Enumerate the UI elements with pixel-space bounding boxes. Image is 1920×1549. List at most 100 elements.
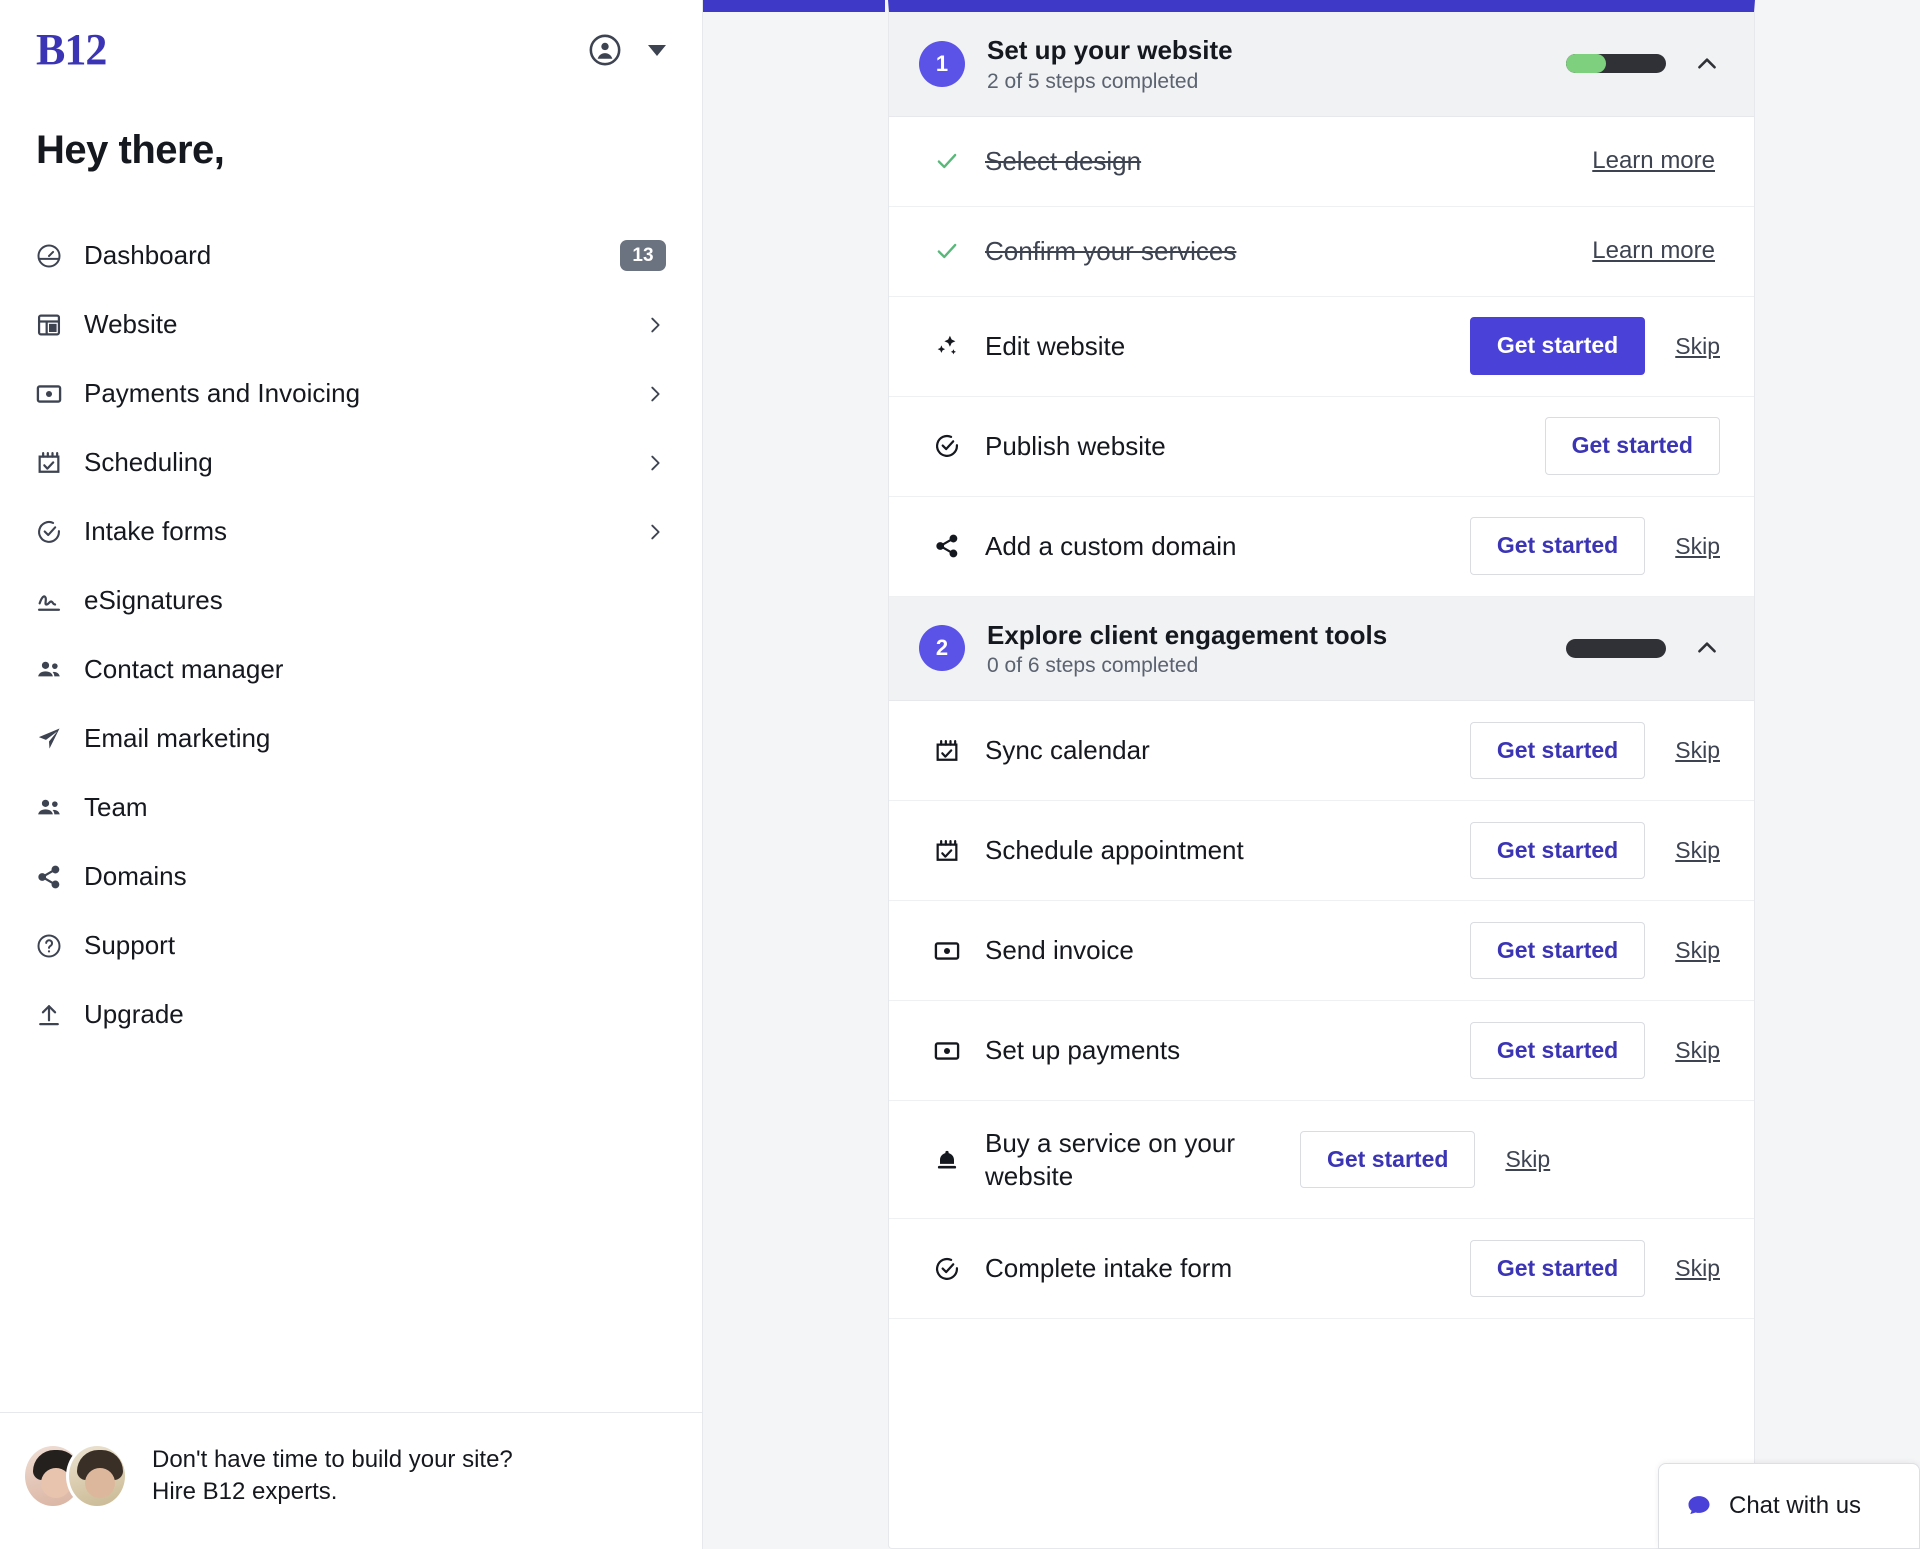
section-number-badge: 2: [919, 625, 965, 672]
chevron-up-icon[interactable]: [1694, 635, 1720, 661]
task-row[interactable]: Sync calendar Get started Skip: [889, 701, 1754, 801]
learn-more-link[interactable]: Learn more: [1592, 237, 1715, 265]
sidebar-item-email-marketing[interactable]: Email marketing: [0, 704, 702, 773]
task-row[interactable]: Set up payments Get started Skip: [889, 1001, 1754, 1101]
chevron-right-icon[interactable]: [644, 521, 666, 543]
get-started-button[interactable]: Get started: [1544, 417, 1720, 475]
get-started-button[interactable]: Get started: [1469, 1021, 1646, 1080]
chevron-right-icon[interactable]: [644, 452, 666, 474]
avatar-group: [22, 1443, 130, 1509]
account-menu[interactable]: [588, 33, 666, 67]
task-label: Publish website: [985, 430, 1166, 461]
share-nodes-icon: [34, 862, 64, 892]
sidebar-item-team[interactable]: Team: [0, 773, 702, 842]
task-label: Confirm your services: [985, 235, 1237, 266]
sidebar-item-scheduling[interactable]: Scheduling: [0, 428, 702, 497]
task-row[interactable]: Send invoice Get started Skip: [889, 901, 1754, 1001]
skip-link[interactable]: Skip: [1675, 937, 1720, 964]
section-header-explore-client-engagement-tools[interactable]: 2 Explore client engagement tools 0 of 6…: [889, 596, 1754, 701]
get-started-button[interactable]: Get started: [1469, 517, 1646, 575]
question-circle-icon: [34, 931, 64, 961]
skip-link[interactable]: Skip: [1675, 837, 1720, 864]
task-actions: Get started Skip: [1300, 1130, 1550, 1189]
task-row[interactable]: Schedule appointment Get started Skip: [889, 801, 1754, 901]
skip-link[interactable]: Skip: [1675, 333, 1720, 360]
onboarding-checklist-card: 1 Set up your website 2 of 5 steps compl…: [888, 0, 1755, 1549]
task-actions: Get started Skip: [1469, 821, 1720, 880]
task-label: Add a custom domain: [985, 530, 1237, 561]
section-progress-bar: [1566, 54, 1666, 74]
calendar-check-icon: [34, 448, 64, 478]
sidebar-item-dashboard[interactable]: Dashboard 13: [0, 221, 702, 290]
task-actions: Get started: [1544, 417, 1720, 475]
section-title: Explore client engagement tools: [987, 619, 1388, 650]
sidebar-item-label: Intake forms: [84, 516, 228, 546]
task-row[interactable]: Add a custom domain Get started Skip: [889, 496, 1754, 597]
get-started-button[interactable]: Get started: [1469, 317, 1646, 375]
section-header-set-up-your-website[interactable]: 1 Set up your website 2 of 5 steps compl…: [889, 12, 1754, 117]
promo-line-1: Don't have time to build your site?: [152, 1445, 513, 1473]
paper-plane-icon: [34, 724, 64, 754]
promo-text: Don't have time to build your site? Hire…: [152, 1444, 513, 1509]
chat-bubble-icon: [1685, 1492, 1713, 1520]
task-row[interactable]: Select design Learn more: [889, 116, 1754, 207]
skip-link[interactable]: Skip: [1675, 1255, 1720, 1282]
payment-card-icon: [931, 1037, 963, 1065]
skip-link[interactable]: Skip: [1675, 737, 1720, 764]
brand-logo[interactable]: B12: [36, 28, 107, 72]
sidebar-item-label: Contact manager: [84, 654, 284, 684]
task-row[interactable]: Buy a service on your website Get starte…: [889, 1101, 1754, 1219]
task-row[interactable]: Publish website Get started: [889, 396, 1754, 497]
task-actions: Get started Skip: [1469, 1021, 1720, 1080]
page-title: Hey there,: [36, 128, 225, 172]
task-label: Set up payments: [985, 1035, 1181, 1066]
sidebar-item-label: Dashboard: [84, 240, 212, 270]
task-label: Schedule appointment: [985, 835, 1244, 866]
task-row[interactable]: Complete intake form Get started Skip: [889, 1219, 1754, 1319]
sidebar-item-website[interactable]: Website: [0, 290, 702, 359]
get-started-button[interactable]: Get started: [1300, 1130, 1476, 1189]
sidebar-item-label: eSignatures: [84, 585, 223, 615]
calendar-check-icon: [931, 837, 963, 865]
hire-experts-promo[interactable]: Don't have time to build your site? Hire…: [0, 1412, 702, 1549]
get-started-button[interactable]: Get started: [1469, 921, 1646, 980]
bell-service-icon: [931, 1146, 963, 1174]
section-title-block: Explore client engagement tools 0 of 6 s…: [987, 619, 1566, 679]
chevron-right-icon[interactable]: [644, 383, 666, 405]
sidebar-item-esignatures[interactable]: eSignatures: [0, 566, 702, 635]
sidebar-item-intake-forms[interactable]: Intake forms: [0, 497, 702, 566]
sidebar-item-label: Website: [84, 309, 178, 339]
task-row[interactable]: Confirm your services Learn more: [889, 206, 1754, 297]
get-started-button[interactable]: Get started: [1469, 721, 1646, 780]
sidebar: B12 Hey there, Dashboard 13 Website Paym…: [0, 0, 703, 1549]
avatar: [66, 1443, 128, 1509]
top-accent-bar: [703, 0, 885, 12]
share-nodes-icon: [931, 532, 963, 560]
skip-link[interactable]: Skip: [1675, 533, 1720, 560]
task-actions: Learn more: [1592, 237, 1720, 265]
sidebar-item-label: Payments and Invoicing: [84, 378, 361, 408]
get-started-button[interactable]: Get started: [1469, 1239, 1646, 1298]
check-circle-icon: [34, 517, 64, 547]
skip-link[interactable]: Skip: [1675, 1037, 1720, 1064]
promo-line-2: Hire B12 experts.: [152, 1478, 338, 1505]
calendar-check-icon: [931, 737, 963, 765]
get-started-button[interactable]: Get started: [1469, 821, 1646, 880]
sidebar-item-payments-and-invoicing[interactable]: Payments and Invoicing: [0, 359, 702, 428]
main-content: 1 Set up your website 2 of 5 steps compl…: [703, 0, 1920, 1549]
learn-more-link[interactable]: Learn more: [1592, 147, 1715, 175]
task-actions: Get started Skip: [1469, 317, 1720, 375]
chevron-right-icon[interactable]: [644, 314, 666, 336]
payment-card-icon: [931, 937, 963, 965]
task-row[interactable]: Edit website Get started Skip: [889, 296, 1754, 397]
sidebar-item-upgrade[interactable]: Upgrade: [0, 980, 702, 1049]
sidebar-item-contact-manager[interactable]: Contact manager: [0, 635, 702, 704]
account-circle-icon[interactable]: [588, 33, 622, 67]
chat-with-us-widget[interactable]: Chat with us: [1658, 1463, 1920, 1549]
sidebar-item-support[interactable]: Support: [0, 911, 702, 980]
chevron-down-icon[interactable]: [648, 44, 666, 56]
sidebar-item-domains[interactable]: Domains: [0, 842, 702, 911]
skip-link[interactable]: Skip: [1505, 1146, 1550, 1173]
chevron-up-icon[interactable]: [1694, 51, 1720, 77]
task-actions: Get started Skip: [1469, 921, 1720, 980]
